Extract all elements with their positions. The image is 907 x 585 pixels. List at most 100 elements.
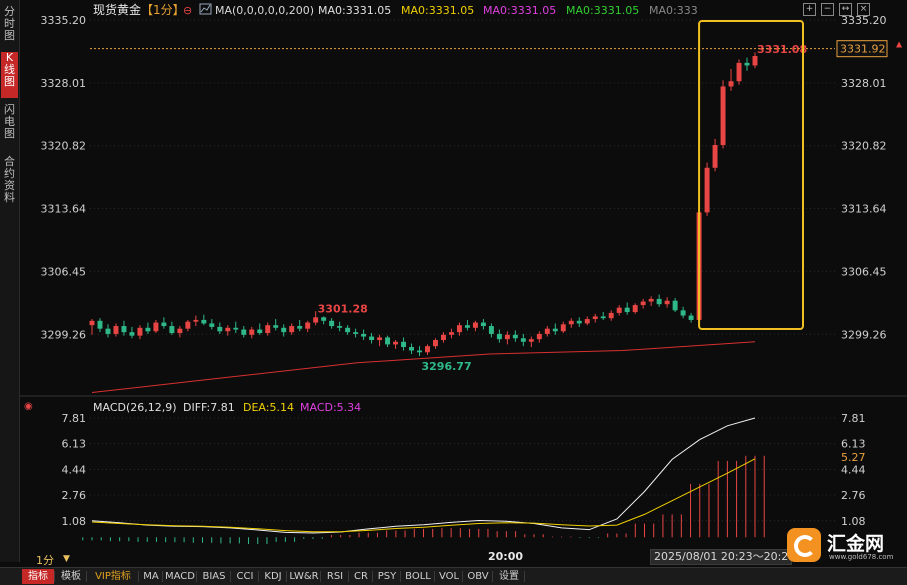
tab-separator	[372, 571, 373, 582]
candle-body	[528, 339, 534, 342]
candle-body	[688, 315, 694, 320]
candle-body	[560, 324, 566, 332]
period-selector[interactable]: 1分	[36, 552, 54, 568]
indicator-tab-cci[interactable]: CCI	[232, 569, 258, 584]
y-tick-label: 3313.64	[41, 203, 87, 216]
candle-body	[736, 62, 742, 82]
indicator-tab-vol[interactable]: VOL	[436, 569, 462, 584]
price-grid	[90, 19, 835, 335]
tab-separator	[54, 571, 55, 582]
candle-body	[608, 312, 614, 319]
ma-value-4: MA0:3331.05	[566, 4, 639, 17]
candle-body	[504, 334, 510, 340]
chart-canvas[interactable]: 现货黄金 【1分】 ⊖ MA(0,0,0,0,0,200) MA0:3331.0…	[0, 0, 907, 567]
indicator-tab-[interactable]: 模板	[56, 569, 86, 584]
candle-body	[744, 62, 750, 66]
indicator-tab-macd[interactable]: MACD	[164, 569, 196, 584]
candle-body	[600, 316, 606, 319]
macd-diff-label: DIFF:7.81	[183, 401, 235, 414]
y-tick-label-right: 3299.26	[841, 328, 887, 341]
macd-y-tick-label: 4.44	[62, 463, 87, 476]
candle-body	[409, 347, 414, 351]
indicator-tab-lwr[interactable]: LW&R	[288, 569, 320, 584]
tab-separator	[492, 571, 493, 582]
candle-body	[177, 328, 183, 334]
indicator-tab-kdj[interactable]: KDJ	[260, 569, 286, 584]
candle-body	[592, 316, 598, 320]
tab-separator	[434, 571, 435, 582]
highlight-box	[698, 20, 804, 330]
fit-icon[interactable]: ↔	[839, 3, 852, 16]
candle-body	[752, 56, 758, 66]
candle-body	[656, 298, 662, 305]
indicator-tab-psy[interactable]: PSY	[374, 569, 400, 584]
candle-body	[345, 327, 351, 333]
macd-current-label: 5.27	[841, 451, 866, 464]
high-label: 3331.08	[757, 43, 807, 56]
indicator-tab-[interactable]: 指标	[22, 569, 54, 584]
y-tick-label: 3335.20	[41, 14, 87, 27]
candle-body	[624, 307, 630, 313]
macd-y-tick-label-right: 7.81	[841, 412, 866, 425]
candle-body	[113, 326, 119, 334]
caret-down-icon[interactable]: ▼	[63, 554, 70, 564]
candle-body	[185, 321, 191, 329]
period-tag: 【1分】	[141, 3, 185, 17]
y-tick-label-right: 3328.01	[841, 77, 887, 90]
macd-y-tick-label-right: 2.76	[841, 489, 866, 502]
macd-panel: MACD(26,12,9) DIFF:7.81 DEA:5.14 MACD:5.34 7…	[62, 401, 866, 563]
indicator-tab-ma[interactable]: MA	[140, 569, 162, 584]
close-icon[interactable]: ×	[857, 3, 870, 16]
logo-url: www.gold678.com	[829, 553, 894, 561]
candle-body	[393, 341, 399, 345]
candle-body	[321, 317, 327, 321]
zoom-out-icon[interactable]: −	[821, 3, 834, 16]
candle-body	[281, 327, 287, 333]
logo-name: 汇金网	[827, 533, 885, 555]
macd-y-tick-label: 7.81	[62, 412, 87, 425]
candle-body	[632, 305, 638, 313]
zoom-in-icon[interactable]: +	[803, 3, 816, 16]
time-range-readout: 2025/08/01 20:23～20:2	[650, 549, 793, 565]
candle-body	[704, 167, 710, 213]
local-high-label: 3301.28	[318, 303, 368, 316]
candle-body	[512, 334, 518, 339]
candle-body	[680, 310, 686, 316]
ma-params-label: MA(0,0,0,0,0,200)	[215, 4, 314, 17]
candle-body	[385, 337, 391, 345]
candle-body	[672, 300, 678, 311]
candle-body	[616, 307, 622, 313]
candle-body	[488, 326, 494, 334]
macd-y-tick-label-right: 6.13	[841, 438, 866, 451]
candle-body	[377, 337, 383, 341]
indicator-tab-[interactable]: 设置	[494, 569, 524, 584]
ma-settings-icon-line	[200, 4, 211, 13]
indicator-tab-cr[interactable]: CR	[350, 569, 372, 584]
macd-dea-line	[91, 458, 756, 533]
last-price-label: 3331.92	[840, 43, 886, 56]
x-time-label: 20:00	[488, 550, 523, 563]
candle-body	[648, 298, 654, 302]
indicator-tab-boll[interactable]: BOLL	[402, 569, 434, 584]
indicator-tab-rsi[interactable]: RSI	[322, 569, 348, 584]
tab-separator	[138, 571, 139, 582]
candle-body	[289, 326, 295, 333]
candle-body	[568, 320, 574, 325]
candle-body	[265, 325, 271, 334]
logo: 汇金网 www.gold678.com	[785, 526, 907, 566]
candle-body	[121, 326, 127, 333]
indicator-tab-obv[interactable]: OBV	[464, 569, 492, 584]
indicator-tab-vip[interactable]: VIP指标	[88, 569, 138, 584]
minus-circle-icon[interactable]: ⊖	[183, 4, 192, 17]
candle-body	[536, 333, 542, 340]
price-axis: 3335.20 3335.203328.01 3328.013320.82 3320.…	[41, 14, 887, 341]
macd-diff-line	[91, 417, 756, 534]
candle-body	[369, 336, 375, 341]
candle-body	[137, 327, 143, 336]
indicator-tab-bias[interactable]: BIAS	[198, 569, 230, 584]
ma-value-1: MA0:3331.05	[318, 4, 391, 17]
candle-body	[97, 320, 103, 329]
candle-body	[105, 328, 111, 334]
logo-mark-icon	[787, 528, 821, 562]
tab-separator	[524, 571, 525, 582]
